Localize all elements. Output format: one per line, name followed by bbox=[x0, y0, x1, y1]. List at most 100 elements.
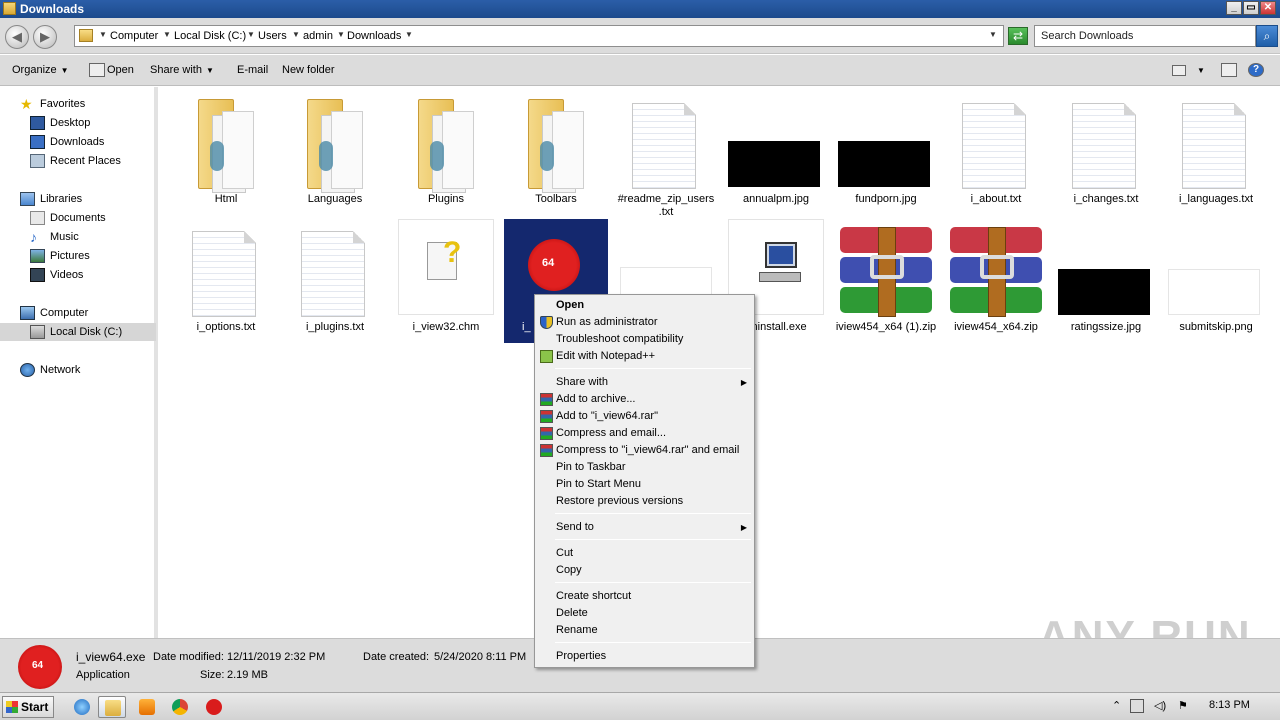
file-item-fundporn[interactable]: fundporn.jpg bbox=[834, 91, 938, 215]
nav-videos[interactable]: Videos bbox=[30, 266, 150, 284]
new-folder-button[interactable]: New folder bbox=[282, 64, 335, 76]
menu-add-rar[interactable]: Add to "i_view64.rar" bbox=[537, 408, 753, 425]
minimize-button[interactable]: _ bbox=[1226, 1, 1242, 15]
detail-created-label: Date created: bbox=[363, 651, 430, 663]
menu-send-to[interactable]: Send to ▶ bbox=[537, 519, 753, 536]
clock[interactable]: 8:13 PM bbox=[1209, 699, 1250, 711]
crumb-downloads[interactable]: Downloads bbox=[347, 30, 401, 42]
file-item-zip1[interactable]: iview454_x64 (1).zip bbox=[834, 219, 938, 343]
file-item-html[interactable]: Html bbox=[174, 91, 278, 215]
help-icon[interactable]: ? bbox=[1248, 63, 1264, 77]
taskbar-explorer[interactable] bbox=[98, 696, 126, 718]
menu-properties[interactable]: Properties bbox=[537, 648, 753, 665]
file-item-annualpm[interactable]: annualpm.jpg bbox=[724, 91, 828, 215]
menu-add-archive[interactable]: Add to archive... bbox=[537, 391, 753, 408]
file-item-changes[interactable]: i_changes.txt bbox=[1054, 91, 1158, 215]
menu-rename[interactable]: Rename bbox=[537, 622, 753, 639]
preview-pane-icon[interactable] bbox=[1221, 63, 1237, 77]
network-tray-icon[interactable] bbox=[1130, 699, 1144, 713]
flag-icon[interactable]: ⚑ bbox=[1178, 699, 1188, 712]
file-item-i-languages[interactable]: i_languages.txt bbox=[1164, 91, 1268, 215]
folder-icon bbox=[198, 99, 254, 193]
menu-create-shortcut[interactable]: Create shortcut bbox=[537, 588, 753, 605]
chevron-right-icon[interactable]: ▼ bbox=[99, 30, 107, 39]
menu-compress-email[interactable]: Compress and email... bbox=[537, 425, 753, 442]
file-name: i_view32.chm bbox=[412, 321, 480, 333]
file-name: Plugins bbox=[427, 193, 465, 205]
nav-favorites[interactable]: ★ Favorites bbox=[20, 95, 150, 113]
chevron-right-icon[interactable]: ▼ bbox=[292, 30, 300, 39]
close-button[interactable]: ✕ bbox=[1260, 1, 1276, 15]
nav-documents[interactable]: Documents bbox=[30, 209, 150, 227]
file-item-plugins[interactable]: Plugins bbox=[394, 91, 498, 215]
chevron-down-icon[interactable]: ▼ bbox=[989, 30, 997, 39]
view-options-icon[interactable] bbox=[1172, 65, 1186, 76]
menu-cut[interactable]: Cut bbox=[537, 545, 753, 562]
menu-compress-rar-email[interactable]: Compress to "i_view64.rar" and email bbox=[537, 442, 753, 459]
file-item-about[interactable]: i_about.txt bbox=[944, 91, 1048, 215]
chevron-right-icon[interactable]: ▼ bbox=[337, 30, 345, 39]
taskbar-ie[interactable] bbox=[68, 696, 96, 718]
chevron-right-icon[interactable]: ▼ bbox=[163, 30, 171, 39]
file-item-i-plugins[interactable]: i_plugins.txt bbox=[283, 219, 387, 343]
menu-pin-start[interactable]: Pin to Start Menu bbox=[537, 476, 753, 493]
crumb-admin[interactable]: admin bbox=[303, 30, 333, 42]
back-button[interactable]: ◀ bbox=[5, 25, 29, 49]
file-item-ratings[interactable]: ratingssize.jpg bbox=[1054, 219, 1158, 343]
menu-copy[interactable]: Copy bbox=[537, 562, 753, 579]
file-item-options[interactable]: i_options.txt bbox=[174, 219, 278, 343]
menu-edit-notepad[interactable]: Edit with Notepad++ bbox=[537, 348, 753, 365]
menu-run-as-admin[interactable]: Run as administrator bbox=[537, 314, 753, 331]
taskbar-app[interactable] bbox=[200, 696, 228, 718]
tray-expand-icon[interactable]: ⌃ bbox=[1112, 699, 1121, 712]
refresh-button[interactable]: ⇄ bbox=[1008, 27, 1028, 45]
breadcrumb[interactable]: ▼ Computer ▼ Local Disk (C:) ▼ Users ▼ a… bbox=[74, 25, 1004, 47]
search-input[interactable]: Search Downloads bbox=[1034, 25, 1256, 47]
videos-icon bbox=[30, 268, 45, 282]
chevron-right-icon[interactable]: ▼ bbox=[405, 30, 413, 39]
nav-network[interactable]: Network bbox=[20, 361, 150, 379]
file-item-toolbars[interactable]: Toolbars bbox=[504, 91, 608, 215]
file-name: i_languages.txt bbox=[1179, 193, 1253, 205]
taskbar-media[interactable] bbox=[133, 696, 161, 718]
menu-separator bbox=[555, 539, 751, 540]
crumb-local-disk[interactable]: Local Disk (C:) bbox=[174, 30, 246, 42]
start-button[interactable]: Start bbox=[2, 696, 54, 718]
taskbar-chrome[interactable] bbox=[166, 696, 194, 718]
share-with-button[interactable]: Share with ▼ bbox=[150, 64, 214, 76]
search-icon[interactable]: ⌕ bbox=[1256, 25, 1278, 47]
forward-button[interactable]: ▶ bbox=[33, 25, 57, 49]
nav-pictures[interactable]: Pictures bbox=[30, 247, 150, 265]
file-item-view32[interactable]: ? i_view32.chm bbox=[394, 219, 498, 343]
nav-local-disk[interactable]: Local Disk (C:) bbox=[0, 323, 156, 341]
file-item-zip2[interactable]: iview454_x64.zip bbox=[944, 219, 1048, 343]
chevron-down-icon[interactable]: ▼ bbox=[1197, 66, 1205, 75]
nav-recent-places[interactable]: Recent Places bbox=[30, 152, 150, 170]
nav-desktop[interactable]: Desktop bbox=[30, 114, 150, 132]
nav-downloads[interactable]: Downloads bbox=[30, 133, 150, 151]
menu-open[interactable]: Open bbox=[537, 297, 753, 314]
menu-delete[interactable]: Delete bbox=[537, 605, 753, 622]
nav-computer[interactable]: Computer bbox=[20, 304, 150, 322]
menu-troubleshoot[interactable]: Troubleshoot compatibility bbox=[537, 331, 753, 348]
file-item-languages[interactable]: Languages bbox=[283, 91, 387, 215]
file-item-submitskip[interactable]: submitskip.png bbox=[1164, 219, 1268, 343]
menu-label: Create shortcut bbox=[556, 590, 632, 602]
email-button[interactable]: E-mail bbox=[237, 64, 268, 76]
volume-icon[interactable]: ◁) bbox=[1154, 699, 1166, 712]
file-item-readme[interactable]: #readme_zip_users .txt bbox=[614, 91, 718, 218]
crumb-computer[interactable]: Computer bbox=[110, 30, 158, 42]
maximize-button[interactable]: ▭ bbox=[1243, 1, 1259, 15]
chevron-right-icon[interactable]: ▼ bbox=[247, 30, 255, 39]
nav-libraries[interactable]: Libraries bbox=[20, 190, 150, 208]
organize-button[interactable]: Organize ▼ bbox=[12, 64, 69, 76]
application-icon bbox=[89, 63, 105, 77]
menu-restore-versions[interactable]: Restore previous versions bbox=[537, 493, 753, 510]
crumb-users[interactable]: Users bbox=[258, 30, 287, 42]
menu-share-with[interactable]: Share with ▶ bbox=[537, 374, 753, 391]
menu-label: Pin to Start Menu bbox=[556, 478, 641, 490]
open-button[interactable]: Open bbox=[107, 64, 134, 76]
desktop-icon bbox=[30, 116, 45, 130]
nav-music[interactable]: ♪ Music bbox=[30, 228, 150, 246]
menu-pin-taskbar[interactable]: Pin to Taskbar bbox=[537, 459, 753, 476]
